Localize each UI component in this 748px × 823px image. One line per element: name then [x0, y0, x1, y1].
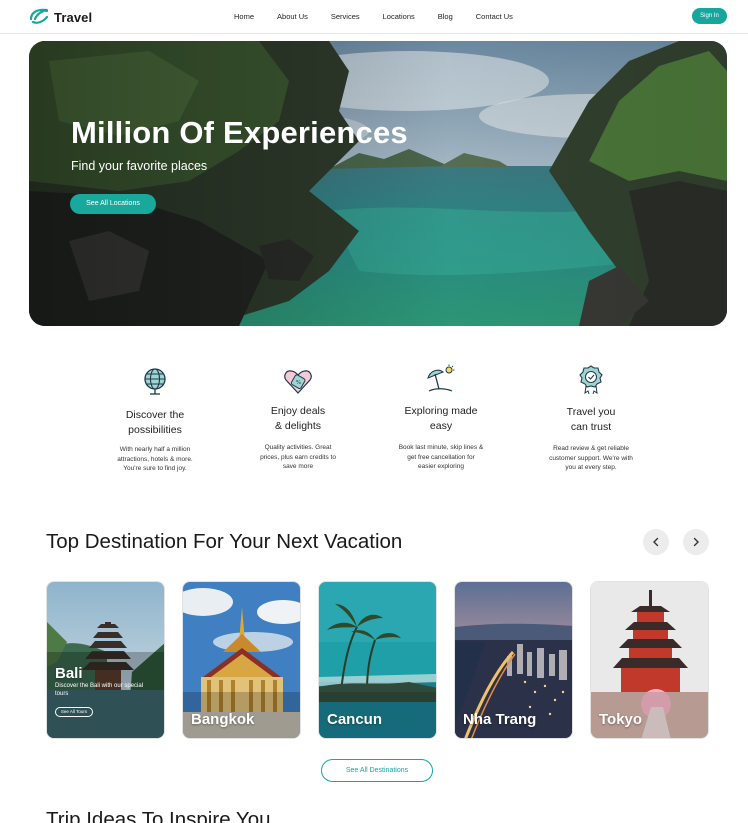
- destination-card-bali[interactable]: Bali Discover the Bali with our special …: [46, 581, 165, 739]
- feature-deals: % Enjoy deals & delights Quality activit…: [238, 364, 358, 472]
- destination-name: Tokyo: [599, 711, 643, 728]
- chevron-left-icon: [653, 537, 659, 547]
- nav-contact-us[interactable]: Contact Us: [476, 11, 513, 23]
- destination-card-tokyo[interactable]: Tokyo: [590, 581, 709, 739]
- feature-description: Read review & get reliable customer supp…: [549, 445, 633, 471]
- nav-services[interactable]: Services: [331, 11, 360, 23]
- leaf-logo-icon: [29, 8, 49, 24]
- hero-title: Million Of Experiences: [71, 115, 408, 150]
- top-navbar: Travel Home About Us Services Locations …: [0, 0, 748, 34]
- feature-title: Enjoy deals & delights: [270, 405, 326, 432]
- main-nav: Home About Us Services Locations Blog Co…: [234, 11, 513, 23]
- brand-name: Travel: [54, 9, 93, 25]
- trip-ideas-heading: Trip Ideas To Inspire You: [46, 808, 271, 823]
- destination-card-bangkok[interactable]: Bangkok: [182, 581, 301, 739]
- hero-banner: Million Of Experiences Find your favorit…: [29, 41, 727, 326]
- feature-title: Exploring made easy: [404, 405, 478, 432]
- discount-tag-icon: %: [284, 370, 312, 394]
- destination-name: Nha Trang: [463, 711, 537, 728]
- destination-name: Cancun: [327, 711, 383, 728]
- globe-icon: [144, 368, 166, 395]
- see-all-locations-button[interactable]: See All Locations: [70, 194, 156, 214]
- sign-in-button[interactable]: Sign In: [692, 8, 727, 24]
- feature-trust: Travel you can trust Read review & get r…: [531, 363, 651, 473]
- hero-lagoon-image: [29, 41, 727, 326]
- feature-description: With nearly half a million attractions, …: [117, 446, 193, 472]
- carousel-prev-button[interactable]: [643, 529, 669, 555]
- award-badge-icon: [579, 365, 603, 395]
- see-all-destinations-button[interactable]: See All Destinations: [321, 759, 433, 782]
- chevron-right-icon: [693, 537, 699, 547]
- hero-subtitle: Find your favorite places: [71, 159, 208, 173]
- feature-discover: Discover the possibilities With nearly h…: [95, 365, 215, 474]
- feature-title: Travel you can trust: [566, 406, 616, 433]
- see-all-tours-button[interactable]: See All Tours: [55, 707, 93, 717]
- carousel-next-button[interactable]: [683, 529, 709, 555]
- beach-umbrella-icon: [427, 364, 455, 392]
- destination-card-cancun[interactable]: Cancun: [318, 581, 437, 739]
- destination-name: Bangkok: [191, 711, 255, 728]
- brand-logo[interactable]: Travel: [28, 7, 92, 27]
- destinations-heading: Top Destination For Your Next Vacation: [46, 530, 403, 553]
- nav-about-us[interactable]: About Us: [277, 11, 308, 23]
- nav-locations[interactable]: Locations: [383, 11, 415, 23]
- destination-name: Bali: [55, 665, 83, 682]
- feature-description: Book last minute, skip lines & get free …: [398, 444, 484, 470]
- svg-text:%: %: [296, 380, 301, 386]
- feature-exploring: Exploring made easy Book last minute, sk…: [381, 364, 501, 472]
- feature-description: Quality activities. Great prices, plus e…: [260, 444, 336, 470]
- feature-title: Discover the possibilities: [125, 409, 185, 436]
- destination-description: Discover the Bali with our special tours: [55, 683, 144, 697]
- destination-card-nha-trang[interactable]: Nha Trang: [454, 581, 573, 739]
- nav-blog[interactable]: Blog: [438, 11, 453, 23]
- nav-home[interactable]: Home: [234, 11, 254, 23]
